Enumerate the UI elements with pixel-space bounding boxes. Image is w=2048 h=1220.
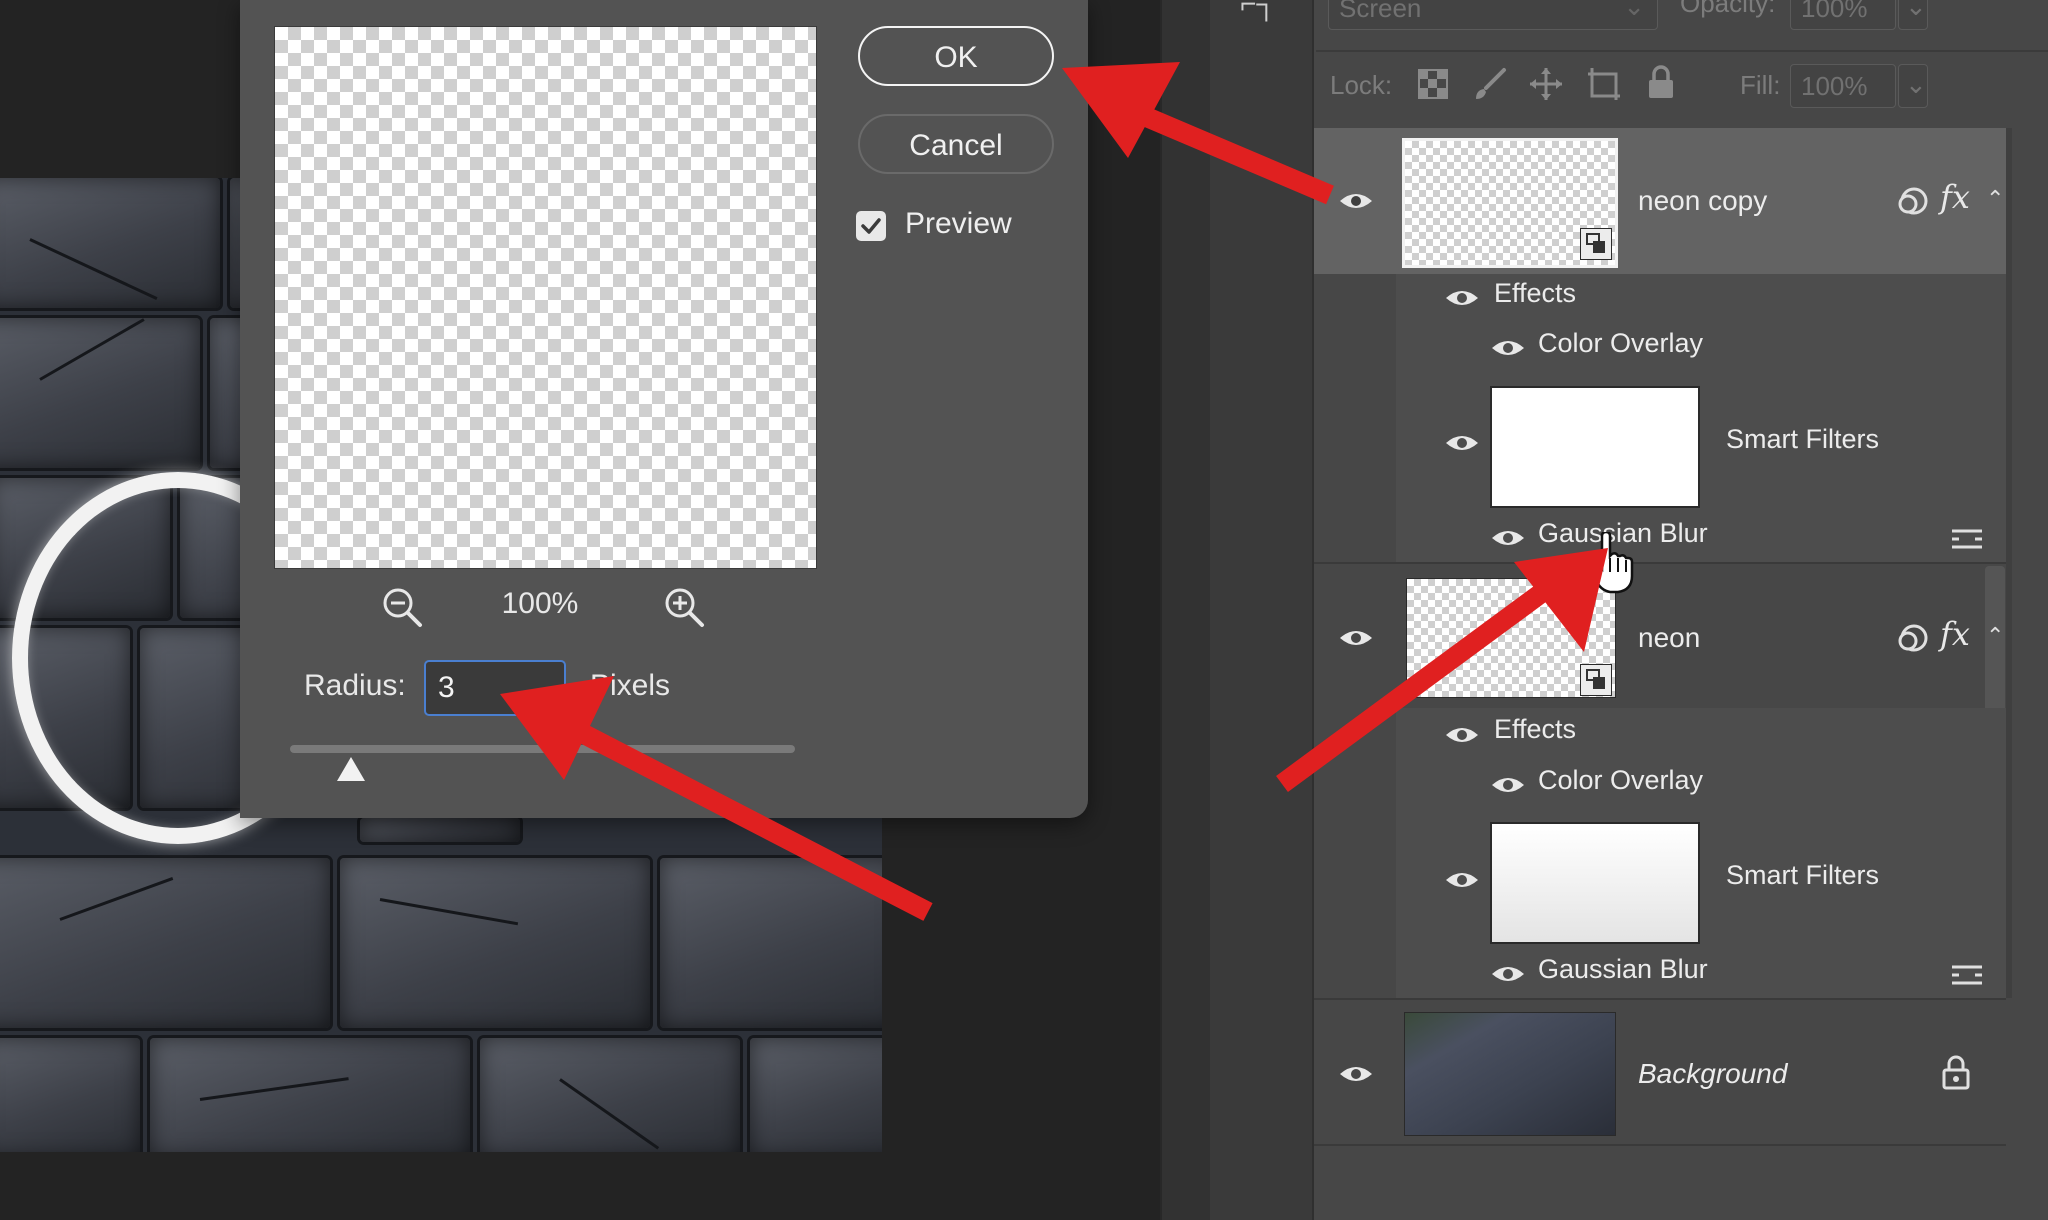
lock-transparent-icon[interactable] — [1417, 68, 1449, 100]
eye-icon[interactable] — [1444, 287, 1480, 309]
zoom-in-icon[interactable] — [662, 585, 706, 629]
fill-input[interactable]: 100% — [1790, 64, 1896, 108]
checkbox-check-icon — [861, 218, 881, 234]
link-icon[interactable] — [1896, 622, 1930, 654]
filter-gaussian-blur[interactable]: Gaussian Blur — [1538, 954, 1708, 985]
link-icon[interactable] — [1896, 185, 1930, 217]
layer-separator — [1314, 998, 2006, 1000]
smart-filters-label[interactable]: Smart Filters — [1726, 860, 1879, 891]
lock-all-icon[interactable] — [1646, 64, 1676, 100]
ok-button[interactable]: OK — [858, 26, 1054, 86]
smart-filters-label[interactable]: Smart Filters — [1726, 424, 1879, 455]
effect-color-overlay[interactable]: Color Overlay — [1538, 765, 1703, 796]
fx-badge[interactable]: fx — [1940, 615, 1970, 653]
hand-cursor-icon — [1588, 532, 1634, 594]
eye-icon[interactable] — [1338, 627, 1374, 649]
tool-strip — [1160, 0, 1212, 1220]
layer-separator — [1314, 1144, 2006, 1146]
smart-object-badge-icon — [1580, 228, 1612, 260]
effects-label[interactable]: Effects — [1494, 278, 1576, 309]
eye-icon[interactable] — [1338, 190, 1374, 212]
zoom-level: 100% — [501, 587, 579, 620]
effects-label[interactable]: Effects — [1494, 714, 1576, 745]
chevron-down-icon: ⌄ — [1623, 0, 1645, 21]
filter-preview[interactable] — [274, 26, 817, 569]
blend-mode-select[interactable]: Screen ⌄ — [1328, 0, 1658, 30]
effect-color-overlay[interactable]: Color Overlay — [1538, 328, 1703, 359]
eye-icon[interactable] — [1444, 724, 1480, 746]
layer-name[interactable]: neon copy — [1638, 185, 1767, 217]
eye-icon[interactable] — [1490, 774, 1526, 796]
opacity-input[interactable]: 100% — [1790, 0, 1896, 30]
eye-icon[interactable] — [1490, 337, 1526, 359]
background-lock-icon[interactable] — [1940, 1054, 1972, 1090]
eye-icon[interactable] — [1490, 963, 1526, 985]
lock-artboard-icon[interactable] — [1586, 66, 1622, 102]
eye-icon[interactable] — [1338, 1063, 1374, 1085]
smart-filter-mask[interactable] — [1490, 386, 1700, 508]
blend-mode-value: Screen — [1339, 0, 1422, 23]
eye-icon[interactable] — [1490, 527, 1526, 549]
lock-brush-icon[interactable] — [1472, 66, 1508, 102]
chevron-up-icon[interactable]: ⌃ — [1986, 186, 2004, 212]
radius-input[interactable] — [424, 660, 566, 716]
preview-label: Preview — [905, 207, 1012, 240]
preview-checkbox[interactable] — [856, 211, 886, 241]
fill-label: Fill: — [1740, 70, 1781, 100]
fx-badge[interactable]: fx — [1940, 178, 1970, 216]
opacity-dropdown[interactable]: ⌄ — [1898, 0, 1928, 30]
panel-tool-icon[interactable]: ⌐┐ — [1240, 0, 1276, 20]
layer-separator — [1314, 562, 2006, 564]
chevron-up-icon[interactable]: ⌃ — [1986, 623, 2004, 649]
eye-icon[interactable] — [1444, 869, 1480, 891]
pixels-unit-label: Pixels — [590, 669, 671, 702]
eye-icon[interactable] — [1444, 432, 1480, 454]
fill-dropdown[interactable]: ⌄ — [1898, 64, 1928, 108]
filter-options-icon[interactable] — [1950, 962, 1984, 988]
lock-move-icon[interactable] — [1528, 66, 1564, 102]
layers-scrollbar-track[interactable] — [2006, 128, 2012, 998]
background-thumbnail[interactable] — [1404, 1012, 1616, 1136]
panel-dock-gap — [1210, 0, 1312, 1220]
smart-object-badge-icon — [1580, 664, 1612, 696]
radius-slider-track[interactable] — [290, 745, 795, 753]
panel-divider — [1316, 50, 2048, 52]
radius-slider-thumb[interactable] — [336, 757, 365, 781]
smart-filter-mask[interactable] — [1490, 822, 1700, 944]
cancel-button[interactable]: Cancel — [858, 114, 1054, 174]
radius-label: Radius: — [304, 669, 406, 702]
layer-name[interactable]: Background — [1638, 1058, 1787, 1090]
opacity-label: Opacity: — [1680, 0, 1776, 18]
lock-label: Lock: — [1330, 70, 1393, 100]
zoom-out-icon[interactable] — [380, 585, 424, 629]
filter-options-icon[interactable] — [1950, 526, 1984, 552]
layer-name[interactable]: neon — [1638, 622, 1700, 654]
